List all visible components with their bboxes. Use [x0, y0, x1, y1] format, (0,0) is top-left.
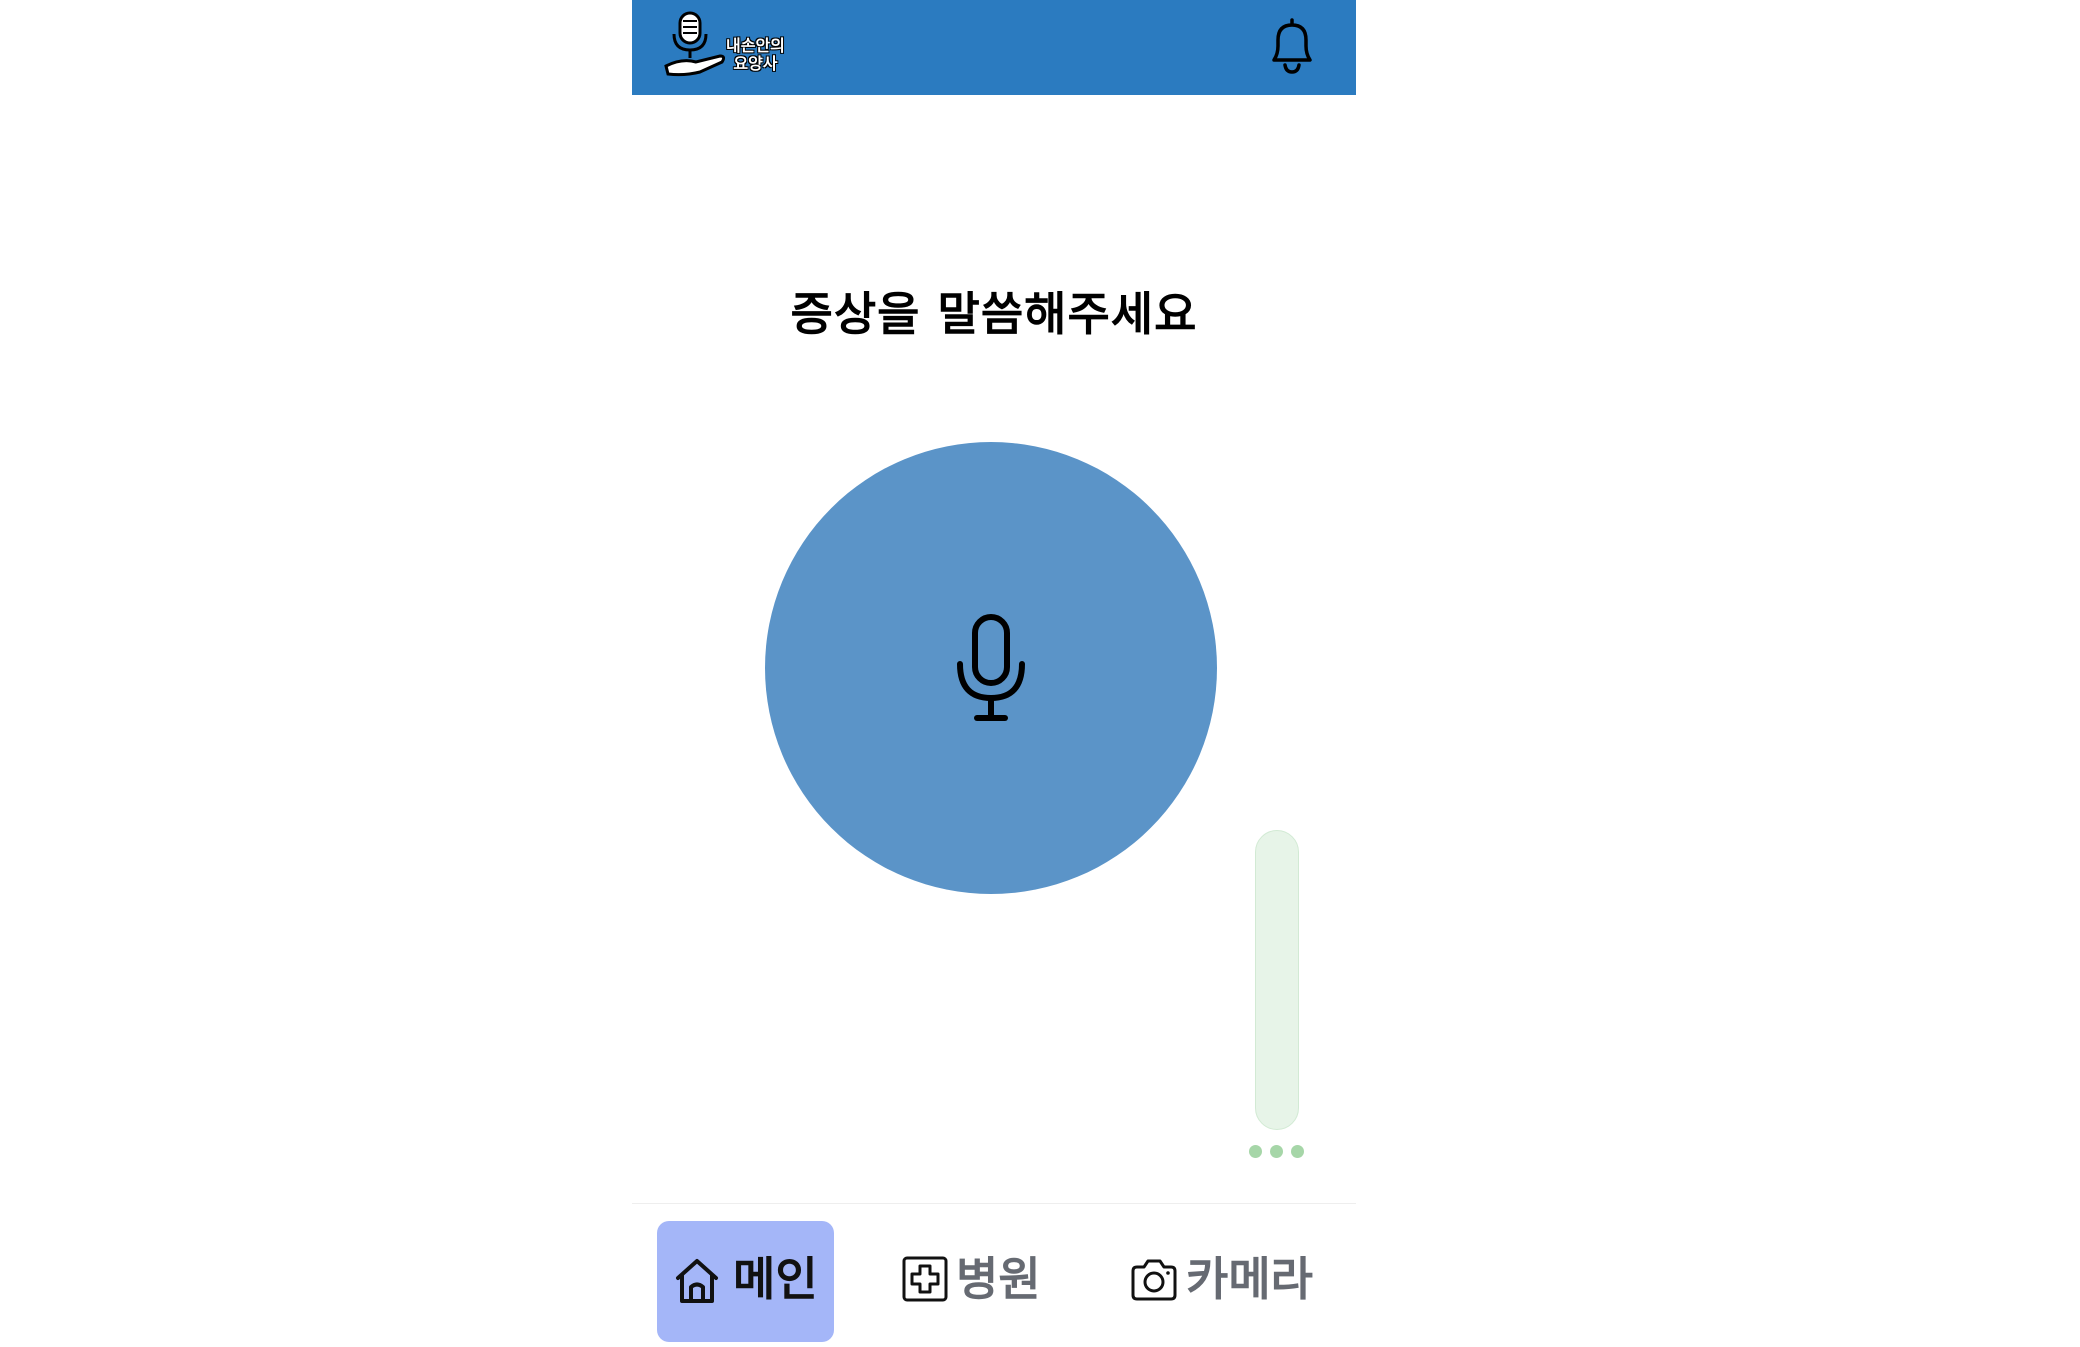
more-dots-indicator[interactable] [1249, 1145, 1309, 1159]
microphone-icon [957, 614, 1025, 721]
notification-button[interactable] [1264, 16, 1320, 76]
dot [1270, 1145, 1283, 1158]
app-header: 내손안의 요양사 [632, 0, 1356, 95]
voice-prompt: 증상을 말씀해주세요 [790, 287, 1198, 341]
logo-text-line2: 요양사 [733, 54, 778, 73]
hospital-cross-icon [902, 1256, 948, 1302]
nav-label-camera: 카메라 [1186, 1252, 1313, 1306]
bottom-navigation: 메인 병원 카메라 [632, 1203, 1356, 1347]
home-icon [676, 1259, 718, 1303]
nav-tab-hospital[interactable]: 병원 [892, 1221, 1052, 1342]
logo-text-line1: 내손안의 [726, 36, 785, 55]
app-screen: 내손안의 요양사 증상을 말씀해주세요 메인 병원 카메라 [632, 0, 1356, 1347]
bell-icon [1272, 18, 1312, 74]
nav-label-main: 메인 [733, 1252, 818, 1306]
logo-text: 내손안의 요양사 [726, 37, 785, 73]
mic-hand-logo-icon [664, 11, 726, 77]
dot [1291, 1145, 1304, 1158]
side-drawer-handle[interactable] [1255, 830, 1299, 1130]
nav-label-hospital: 병원 [956, 1252, 1041, 1306]
dot [1249, 1145, 1262, 1158]
record-voice-button[interactable] [765, 442, 1217, 894]
nav-tab-camera[interactable]: 카메라 [1126, 1221, 1326, 1342]
app-logo[interactable]: 내손안의 요양사 [662, 10, 807, 80]
nav-tab-main[interactable]: 메인 [657, 1221, 834, 1342]
camera-icon [1131, 1259, 1177, 1301]
